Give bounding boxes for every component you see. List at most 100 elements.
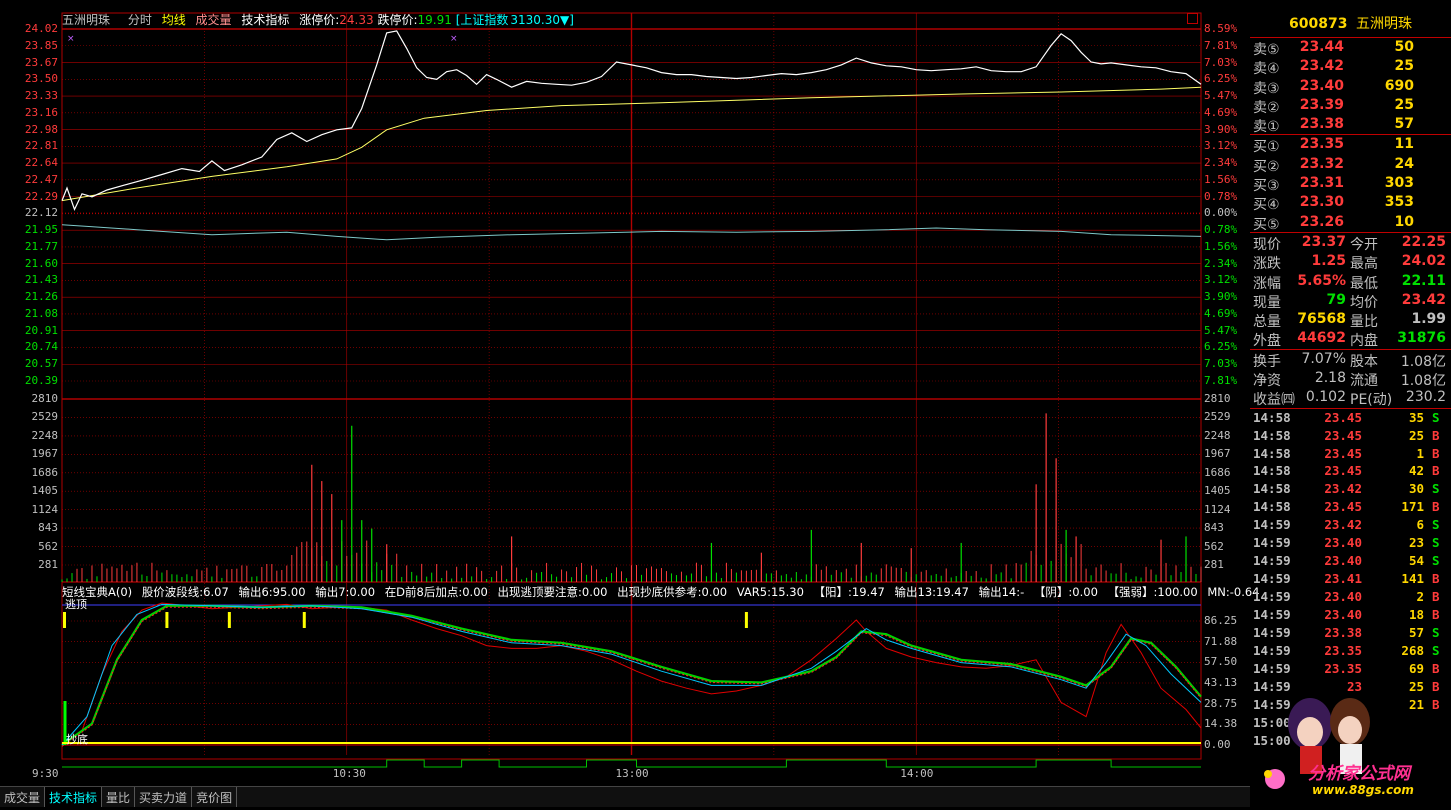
quote-label: 今开 — [1350, 236, 1378, 253]
tick-time: 14:59 — [1253, 624, 1291, 640]
tick-row: 14:59 23.40 18 B — [1250, 606, 1451, 624]
price-tick-label: 23.50 — [24, 72, 58, 86]
stock-name: 五洲明珠 — [1355, 16, 1412, 32]
tick-volume: 1 — [1416, 445, 1424, 461]
watermark-logo: 分析家公式网 www.88gs.com — [1250, 684, 1451, 806]
indicator-item: 股价波段线:6.07 — [141, 585, 229, 599]
price-tick-label: 23.16 — [24, 105, 58, 119]
bid-volume: 353 — [1384, 194, 1414, 211]
intraday-chart[interactable]: × × — [0, 0, 1250, 789]
volume-tick-label: 1967 — [1204, 447, 1231, 461]
pct-tick-label: 7.81% — [1204, 38, 1238, 52]
tick-side: B — [1432, 660, 1440, 676]
cross-marker: × — [450, 34, 458, 44]
pct-tick-label: 3.12% — [1204, 273, 1238, 287]
ask-volume: 25 — [1394, 58, 1414, 75]
tick-price: 23.40 — [1324, 606, 1362, 622]
fundamental-label: 净资 — [1253, 373, 1281, 390]
ask-level-label: 卖④ — [1253, 61, 1280, 78]
index-label[interactable]: [上证指数 — [456, 13, 509, 27]
stock-name-label: 五洲明珠 — [62, 13, 111, 27]
bottom-tab-bar: 成交量 技术指标 量比 买卖力道 竞价图 — [0, 786, 1250, 807]
pct-tick-label: 1.56% — [1204, 239, 1238, 253]
tick-side: S — [1432, 517, 1440, 533]
tick-row: 14:59 23.35 268 S — [1250, 642, 1451, 660]
fundamental-value: 1.08亿 — [1400, 373, 1446, 390]
quote-value: 79 — [1326, 291, 1346, 308]
pct-tick-label: 1.56% — [1204, 172, 1238, 186]
tick-price: 23.45 — [1324, 409, 1362, 425]
volume-tick-label: 1686 — [1204, 465, 1231, 479]
quote-label: 外盘 — [1253, 333, 1281, 350]
volume-tick-label: 1405 — [1204, 484, 1231, 498]
volume-tick-label: 2810 — [31, 392, 59, 405]
volume-tick-label: 2248 — [31, 428, 59, 442]
tick-row: 14:59 23.35 69 B — [1250, 660, 1451, 678]
quote-row: 总量 76568 量比 1.99 — [1250, 310, 1451, 331]
quote-row: 涨幅 5.65% 最低 22.11 — [1250, 272, 1451, 292]
quote-label: 量比 — [1350, 314, 1378, 331]
pct-tick-label: 3.12% — [1204, 139, 1238, 153]
pct-tick-label: 7.03% — [1204, 357, 1238, 371]
pct-tick-label: 0.00% — [1204, 206, 1238, 220]
tick-side: S — [1432, 553, 1440, 569]
tick-volume: 23 — [1408, 535, 1424, 551]
price-tick-label: 21.08 — [24, 306, 58, 320]
quote-panel: 600873 五洲明珠 卖⑤ 23.44 50 卖④ 23.42 25 卖③ 23.40 690… — [1250, 11, 1451, 789]
tick-row: 14:59 23.40 54 S — [1250, 552, 1451, 570]
bid-book: 买① 23.35 11 买② 23.32 24 买③ 23.31 303 买④ 23.30 353 买⑤… — [1250, 134, 1451, 233]
tick-side: B — [1432, 499, 1440, 515]
indicator-item: 出现抄底供参考:0.00 — [617, 585, 728, 599]
tab-volume[interactable]: 成交量 — [196, 13, 232, 27]
bid-level-label: 买② — [1253, 158, 1280, 175]
quote-value: 44692 — [1297, 330, 1346, 347]
window-toggle-icon[interactable] — [1187, 13, 1198, 24]
tick-volume: 69 — [1408, 660, 1424, 676]
quote-label: 总量 — [1253, 314, 1281, 331]
cross-marker: × — [67, 34, 75, 44]
tick-price: 23.41 — [1324, 571, 1362, 587]
bid-price: 23.30 — [1299, 194, 1344, 211]
tab-indicator[interactable]: 技术指标 — [241, 13, 289, 27]
tick-side: B — [1432, 606, 1440, 622]
indicator-item: 出现逃顶要注意:0.00 — [497, 585, 608, 599]
pct-tick-label: 3.90% — [1204, 122, 1238, 136]
ask-price: 23.38 — [1299, 116, 1344, 133]
chart-area[interactable]: × × 五洲明珠 分时 均线 成交量 技术指标 涨停价:24.33 跌停价:19.… — [0, 0, 1260, 789]
tick-price: 23.35 — [1324, 642, 1362, 658]
volume-tick-label: 1124 — [31, 502, 59, 516]
indicator-tick-label: 0.00 — [1204, 738, 1231, 751]
stock-code: 600873 — [1289, 16, 1348, 32]
pct-tick-label: 7.03% — [1204, 55, 1238, 69]
price-tick-label: 24.02 — [24, 22, 58, 35]
tab-avgline[interactable]: 均线 — [162, 13, 186, 27]
pct-tick-label: 5.47% — [1204, 89, 1238, 103]
tick-time: 14:59 — [1253, 535, 1291, 551]
tick-side: B — [1432, 463, 1440, 479]
tab-minute[interactable]: 分时 — [128, 13, 152, 27]
volume-tick-label: 1405 — [31, 484, 59, 498]
ask-level-label: 卖① — [1253, 119, 1280, 136]
pct-tick-label: 3.90% — [1204, 290, 1238, 304]
ask-book: 卖⑤ 23.44 50 卖④ 23.42 25 卖③ 23.40 690 卖② 23.39 25 卖① 2… — [1250, 38, 1451, 136]
time-tick-label: 13:00 — [615, 767, 649, 780]
tab-indicator-bottom[interactable]: 技术指标 — [45, 787, 103, 807]
price-tick-label: 20.74 — [24, 340, 58, 354]
indicator-tick-label: 28.75 — [1204, 696, 1238, 710]
indicator-item: 【阳】:19.47 — [813, 585, 885, 599]
price-tick-label: 23.85 — [24, 38, 58, 52]
indicator-tick-label: 86.25 — [1204, 614, 1238, 627]
tab-buy-sell-power[interactable]: 买卖力道 — [135, 787, 193, 807]
volume-tick-label: 1124 — [1204, 502, 1231, 516]
tab-volume-bottom[interactable]: 成交量 — [0, 787, 46, 807]
volume-tick-label: 562 — [38, 539, 58, 553]
fundamental-row: 收益㈣ 0.102 PE(动) 230.2 — [1250, 388, 1451, 408]
ask-volume: 57 — [1394, 116, 1414, 133]
quote-value: 31876 — [1397, 330, 1446, 347]
tab-auction[interactable]: 竞价图 — [192, 787, 238, 807]
watermark-url: www.88gs.com — [1312, 783, 1414, 797]
tab-volume-ratio[interactable]: 量比 — [102, 787, 136, 807]
quote-value: 5.65% — [1297, 272, 1346, 289]
quote-label: 涨幅 — [1253, 275, 1281, 292]
price-tick-label: 22.12 — [24, 206, 58, 220]
